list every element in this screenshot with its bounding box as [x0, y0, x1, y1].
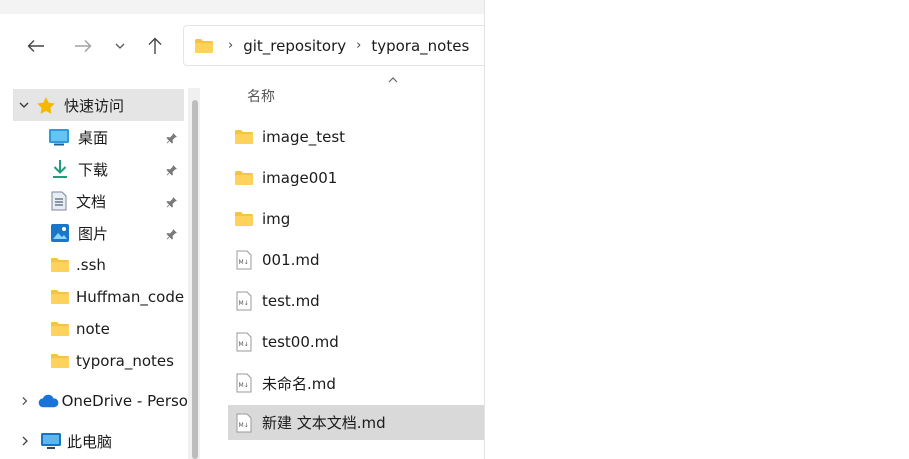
folder-icon — [234, 129, 254, 145]
sidebar-item-documents[interactable]: 文档 — [50, 185, 106, 217]
computer-icon — [41, 433, 61, 449]
file-row-test-md[interactable]: M↓ test.md — [228, 283, 484, 319]
back-button[interactable] — [24, 34, 48, 58]
desktop-icon — [49, 129, 69, 146]
folder-icon — [51, 258, 69, 272]
pin-icon[interactable] — [166, 132, 178, 144]
sidebar-item-label: 此电脑 — [67, 432, 113, 451]
document-icon — [51, 191, 67, 211]
markdown-file-icon: M↓ — [236, 373, 252, 393]
sidebar-item-label: .ssh — [76, 256, 106, 274]
sidebar-item-pictures[interactable]: 图片 — [50, 217, 108, 249]
title-strip — [0, 0, 484, 14]
sidebar-item-label: typora_notes — [76, 352, 174, 370]
folder-icon — [194, 38, 214, 54]
file-name: img — [262, 210, 291, 228]
folder-icon — [234, 211, 254, 227]
markdown-file-icon: M↓ — [236, 332, 252, 352]
recent-locations-button[interactable] — [112, 34, 128, 58]
chevron-down-icon — [19, 102, 29, 108]
sidebar-item-downloads[interactable]: 下载 — [50, 153, 108, 185]
sidebar-item-label: 下载 — [78, 160, 109, 179]
navigation-pane: 快速访问 桌面 下载 文档 图片 .ssh Huffman_code note … — [0, 88, 188, 459]
folder-icon — [234, 170, 254, 186]
download-icon — [53, 160, 67, 178]
svg-text:M↓: M↓ — [239, 259, 249, 266]
file-row-img[interactable]: img — [228, 201, 484, 237]
sidebar-item-label: 桌面 — [78, 128, 109, 147]
file-name: test00.md — [262, 333, 339, 351]
markdown-file-icon: M↓ — [236, 413, 252, 433]
sidebar-item-label: OneDrive - Perso — [61, 392, 188, 410]
sidebar-item-onedrive[interactable]: OneDrive - Perso — [18, 385, 188, 417]
breadcrumb-separator[interactable]: › — [356, 38, 361, 53]
sort-ascending-icon — [388, 77, 398, 83]
sidebar-item-label: Huffman_code — [76, 288, 185, 306]
sidebar-item-huffman-code[interactable]: Huffman_code — [50, 281, 184, 313]
pin-icon[interactable] — [166, 196, 178, 208]
file-name: image_test — [262, 128, 346, 146]
svg-text:M↓: M↓ — [239, 341, 249, 348]
file-name: test.md — [262, 292, 320, 310]
file-row-new-text-document-md[interactable]: M↓ 新建 文本文档.md — [228, 405, 484, 440]
star-icon — [37, 96, 55, 114]
up-button[interactable] — [144, 34, 166, 58]
breadcrumb-typora-notes[interactable]: typora_notes — [371, 37, 469, 55]
sidebar-item-quick-access[interactable]: 快速访问 — [13, 89, 184, 121]
file-row-untitled-md[interactable]: M↓ 未命名.md — [228, 365, 484, 401]
file-row-image-test[interactable]: image_test — [228, 119, 484, 155]
arrow-up-icon — [148, 37, 162, 54]
folder-icon — [51, 322, 69, 336]
file-name: 001.md — [262, 251, 320, 269]
sidebar-item-ssh[interactable]: .ssh — [50, 249, 106, 281]
markdown-file-icon: M↓ — [236, 250, 252, 270]
file-row-image001[interactable]: image001 — [228, 160, 484, 196]
file-name: 未命名.md — [262, 374, 336, 393]
svg-text:M↓: M↓ — [239, 300, 249, 307]
markdown-file-icon: M↓ — [236, 291, 252, 311]
file-row-test00-md[interactable]: M↓ test00.md — [228, 324, 484, 360]
column-header-name[interactable]: 名称 — [247, 86, 275, 106]
pin-icon[interactable] — [166, 164, 178, 176]
forward-button[interactable] — [72, 34, 94, 58]
sidebar-item-label: 文档 — [76, 192, 107, 211]
address-bar[interactable]: › git_repository › typora_notes — [183, 25, 484, 66]
sidebar-item-label: note — [76, 320, 110, 338]
sidebar-scrollbar-thumb[interactable] — [192, 100, 198, 459]
onedrive-cloud-icon — [38, 394, 59, 408]
chevron-right-icon — [22, 436, 28, 446]
file-explorer-window: › git_repository › typora_notes 名称 快速访问 … — [0, 0, 485, 459]
breadcrumb-git-repository[interactable]: git_repository — [243, 37, 346, 55]
sidebar-item-desktop[interactable]: 桌面 — [48, 121, 108, 153]
file-row-001-md[interactable]: M↓ 001.md — [228, 242, 484, 278]
svg-text:M↓: M↓ — [239, 422, 249, 429]
sidebar-item-label: 图片 — [78, 224, 109, 243]
chevron-right-icon — [22, 397, 28, 405]
pictures-icon — [51, 224, 69, 242]
arrow-left-icon — [27, 40, 44, 52]
folder-icon — [51, 354, 69, 368]
chevron-down-icon — [115, 43, 125, 49]
pin-icon[interactable] — [166, 228, 178, 240]
arrow-right-icon — [75, 40, 92, 52]
sidebar-item-this-pc[interactable]: 此电脑 — [18, 425, 112, 457]
file-name: 新建 文本文档.md — [262, 414, 386, 432]
breadcrumb-separator[interactable]: › — [228, 38, 233, 53]
folder-icon — [51, 290, 69, 304]
sidebar-item-label: 快速访问 — [64, 96, 125, 115]
svg-text:M↓: M↓ — [239, 382, 249, 389]
file-name: image001 — [262, 169, 338, 187]
sidebar-item-note[interactable]: note — [50, 313, 110, 345]
sidebar-item-typora-notes[interactable]: typora_notes — [50, 345, 174, 377]
